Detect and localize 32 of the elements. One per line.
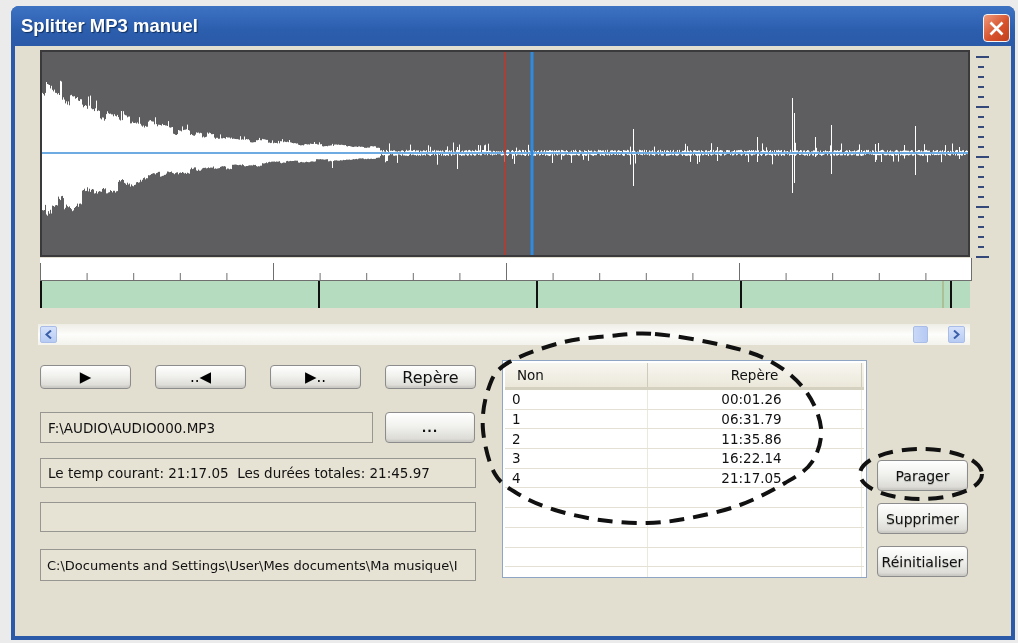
- split-button[interactable]: Parager: [877, 460, 968, 491]
- table-cell: 1: [505, 409, 648, 429]
- table-cell: 11:35.86: [648, 429, 862, 449]
- time-status-text: Le temp courant: 21:17.05 Les durées totales: 21:45.97: [40, 458, 476, 488]
- table-cell: 2: [505, 429, 648, 449]
- window-title: Splitter MP3 manuel: [21, 15, 198, 37]
- table-cell: 0: [505, 390, 648, 409]
- table-cell: 4: [505, 468, 648, 488]
- output-path-field[interactable]: C:\Documents and Settings\User\Mes documents\Ma musique\I: [40, 549, 476, 581]
- table-cell: 16:22.14: [648, 449, 862, 468]
- delete-button[interactable]: Supprimer: [877, 503, 968, 534]
- scroll-left-button[interactable]: [40, 326, 57, 343]
- table-cell: 21:17.05: [648, 468, 862, 488]
- browse-button[interactable]: ...: [385, 412, 475, 443]
- scroll-right-button[interactable]: [948, 326, 965, 343]
- chevron-right-icon: [953, 330, 960, 339]
- marker-button[interactable]: Repère: [385, 365, 476, 389]
- scrollbar-thumb[interactable]: [913, 326, 928, 343]
- reset-button[interactable]: Réinitialiser: [877, 546, 968, 577]
- chevron-left-icon: [45, 330, 52, 339]
- table-cell: 06:31.79: [648, 409, 862, 429]
- table-cell: 00:01.26: [648, 390, 862, 409]
- table-cell: 3: [505, 449, 648, 468]
- close-button[interactable]: [983, 14, 1010, 42]
- step-back-button[interactable]: ..◀: [155, 365, 246, 389]
- step-forward-button[interactable]: ▶..: [270, 365, 361, 389]
- file-path-field[interactable]: F:\AUDIO\AUDIO000.MP3: [40, 412, 373, 443]
- column-header: Repère: [648, 363, 862, 387]
- scrollbar-track[interactable]: [38, 324, 970, 345]
- column-header: Non: [505, 363, 648, 387]
- close-icon: [989, 20, 1004, 36]
- play-button[interactable]: ▶: [40, 365, 131, 389]
